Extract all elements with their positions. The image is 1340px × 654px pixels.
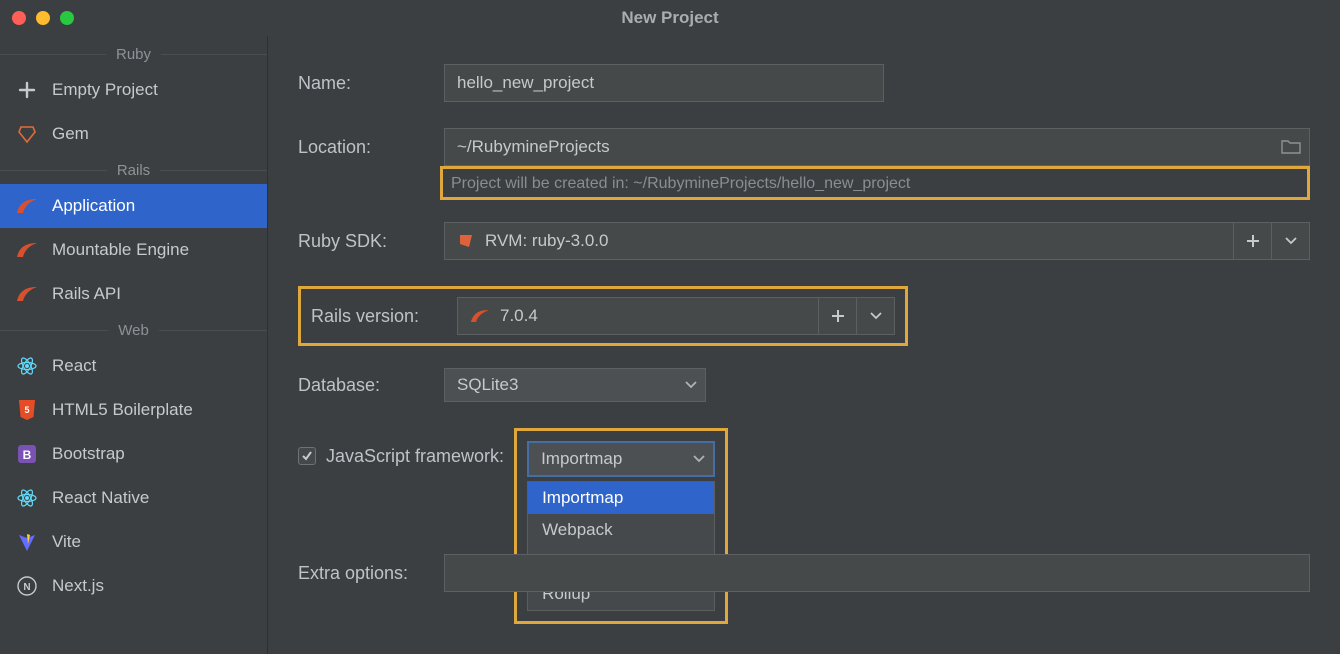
project-type-sidebar: Ruby Empty Project Gem Rails — [0, 36, 268, 654]
window-title: New Project — [621, 8, 718, 28]
database-row: Database: SQLite3 — [298, 368, 1310, 402]
sidebar-item-label: Empty Project — [52, 80, 158, 100]
gem-icon — [16, 123, 38, 145]
chevron-down-icon — [685, 381, 697, 389]
sidebar-item-label: Bootstrap — [52, 444, 125, 464]
maximize-window-button[interactable] — [60, 11, 74, 25]
titlebar: New Project — [0, 0, 1340, 36]
nextjs-icon: N — [16, 575, 38, 597]
location-input[interactable] — [444, 128, 1310, 166]
rails-version-label: Rails version: — [311, 306, 443, 327]
svg-text:B: B — [23, 448, 32, 462]
browse-folder-button[interactable] — [1281, 139, 1301, 155]
sidebar-item-label: Next.js — [52, 576, 104, 596]
ruby-sdk-label: Ruby SDK: — [298, 231, 444, 252]
extra-options-input-field[interactable] — [457, 563, 1297, 583]
sidebar-item-label: Mountable Engine — [52, 240, 189, 260]
sidebar-item-label: Application — [52, 196, 135, 216]
database-label: Database: — [298, 375, 444, 396]
name-input[interactable] — [444, 64, 884, 102]
js-framework-value: Importmap — [541, 449, 622, 469]
html5-icon: 5 — [16, 399, 38, 421]
database-value: SQLite3 — [457, 375, 518, 395]
sidebar-item-react[interactable]: React — [0, 344, 267, 388]
rails-version-select[interactable]: 7.0.4 — [457, 297, 895, 335]
rails-version-value: 7.0.4 — [500, 306, 538, 326]
js-framework-row: JavaScript framework: Importmap Importma… — [298, 428, 1310, 624]
dropdown-option-importmap[interactable]: Importmap — [528, 482, 714, 514]
add-sdk-button[interactable] — [1233, 223, 1271, 259]
sidebar-item-empty-project[interactable]: Empty Project — [0, 68, 267, 112]
location-hint: Project will be created in: ~/RubyminePr… — [451, 175, 910, 192]
sidebar-group-ruby: Ruby — [0, 40, 267, 68]
minimize-window-button[interactable] — [36, 11, 50, 25]
sidebar-item-label: Vite — [52, 532, 81, 552]
sidebar-item-label: React Native — [52, 488, 149, 508]
location-label: Location: — [298, 137, 444, 158]
chevron-down-icon — [693, 455, 705, 463]
sidebar-item-mountable-engine[interactable]: Mountable Engine — [0, 228, 267, 272]
location-input-field[interactable] — [457, 137, 1297, 157]
sidebar-item-bootstrap[interactable]: B Bootstrap — [0, 432, 267, 476]
rails-icon — [16, 195, 38, 217]
location-row: Location: — [298, 128, 1310, 166]
dropdown-option-webpack[interactable]: Webpack — [528, 514, 714, 546]
close-window-button[interactable] — [12, 11, 26, 25]
sidebar-item-label: React — [52, 356, 96, 376]
sidebar-item-label: Rails API — [52, 284, 121, 304]
sidebar-item-html5-boilerplate[interactable]: 5 HTML5 Boilerplate — [0, 388, 267, 432]
react-icon — [16, 355, 38, 377]
database-select[interactable]: SQLite3 — [444, 368, 706, 402]
rails-version-highlight: Rails version: 7.0.4 — [298, 286, 908, 346]
sidebar-item-label: Gem — [52, 124, 89, 144]
rails-icon — [16, 239, 38, 261]
sdk-dropdown-button[interactable] — [1271, 223, 1309, 259]
ruby-sdk-row: Ruby SDK: RVM: ruby-3.0.0 — [298, 222, 1310, 260]
sidebar-item-application[interactable]: Application — [0, 184, 267, 228]
sidebar-item-label: HTML5 Boilerplate — [52, 400, 193, 420]
js-framework-label: JavaScript framework: — [326, 446, 504, 467]
sidebar-item-nextjs[interactable]: N Next.js — [0, 564, 267, 608]
ruby-sdk-value: RVM: ruby-3.0.0 — [485, 231, 608, 251]
sidebar-item-gem[interactable]: Gem — [0, 112, 267, 156]
extra-options-row: Extra options: — [298, 554, 1310, 592]
rails-version-dropdown-button[interactable] — [856, 298, 894, 334]
extra-options-input[interactable] — [444, 554, 1310, 592]
react-icon — [16, 487, 38, 509]
name-label: Name: — [298, 73, 444, 94]
js-framework-highlight: Importmap Importmap Webpack ESbuild Roll… — [514, 428, 728, 624]
rails-icon — [470, 308, 490, 324]
sidebar-item-react-native[interactable]: React Native — [0, 476, 267, 520]
name-input-field[interactable] — [457, 73, 871, 93]
sidebar-item-rails-api[interactable]: Rails API — [0, 272, 267, 316]
svg-text:5: 5 — [24, 405, 29, 415]
form-panel: Name: Location: Project will be created … — [268, 36, 1340, 654]
ruby-sdk-select[interactable]: RVM: ruby-3.0.0 — [444, 222, 1310, 260]
sidebar-item-vite[interactable]: Vite — [0, 520, 267, 564]
sidebar-group-web: Web — [0, 316, 267, 344]
location-hint-highlight: Project will be created in: ~/RubyminePr… — [440, 166, 1310, 200]
ruby-icon — [457, 232, 475, 250]
bootstrap-icon: B — [16, 443, 38, 465]
rails-icon — [16, 283, 38, 305]
extra-options-label: Extra options: — [298, 563, 444, 584]
sidebar-group-rails: Rails — [0, 156, 267, 184]
add-rails-version-button[interactable] — [818, 298, 856, 334]
js-framework-select[interactable]: Importmap — [527, 441, 715, 477]
name-row: Name: — [298, 64, 1310, 102]
vite-icon — [16, 531, 38, 553]
window-controls — [12, 11, 74, 25]
js-framework-checkbox[interactable] — [298, 447, 316, 465]
svg-text:N: N — [23, 582, 30, 593]
plus-icon — [16, 79, 38, 101]
